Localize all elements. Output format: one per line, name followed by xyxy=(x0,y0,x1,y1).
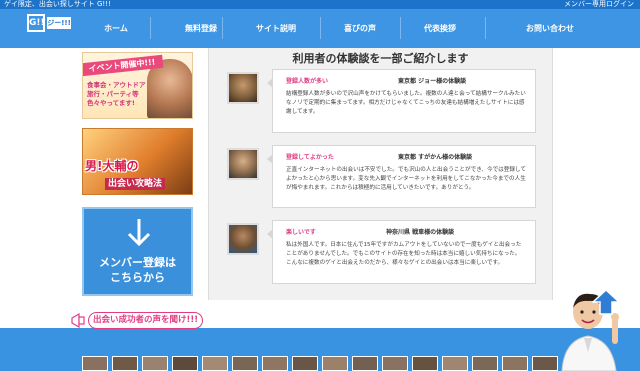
member-thumbnail[interactable] xyxy=(532,356,558,371)
logo-mark: G!! xyxy=(27,14,45,32)
top-bar: ゲイ限定、出会い探しサイト G!!! メンバー専用ログイン xyxy=(0,0,640,9)
member-login-link[interactable]: メンバー専用ログイン xyxy=(564,0,634,9)
nav-testimonials[interactable]: 喜びの声 xyxy=(320,9,400,48)
member-thumbnail[interactable] xyxy=(262,356,288,371)
member-thumbnail[interactable] xyxy=(232,356,258,371)
testimonial-author: 神奈川県 戦車様の体験談 xyxy=(386,229,455,236)
testimonial-card: 登録してよかった 東京都 すがかん様の体験談 正直インターネットの出会いは不安で… xyxy=(267,145,536,208)
member-thumbnail[interactable] xyxy=(82,356,108,371)
register-line2: こちらから xyxy=(110,271,165,284)
nav-site-description[interactable]: サイト説明 xyxy=(236,9,316,48)
testimonial-author: 東京都 ジョー様の体験談 xyxy=(398,78,467,85)
card-pointer xyxy=(267,229,273,239)
site-logo[interactable]: G!! ジー!!! xyxy=(27,14,71,32)
strategy-banner[interactable]: 男!大輔の 出会い攻略法 xyxy=(82,128,193,195)
testimonial-tag: 楽しいです xyxy=(286,229,316,236)
strategy-title: 男!大輔の xyxy=(85,159,139,173)
card-pointer xyxy=(267,78,273,88)
nav-free-register[interactable]: 無料登録 xyxy=(155,9,247,48)
strategy-subtitle: 出会い攻略法 xyxy=(105,178,166,190)
testimonial-author: 東京都 すがかん様の体験談 xyxy=(398,154,473,161)
testimonial-body: 結構登録人数が多いので沢山声をかけてもらいました。複数の人達と会って結構サークル… xyxy=(286,91,526,115)
scroll-top-icon[interactable] xyxy=(592,289,620,315)
testimonials-heading: 利用者の体験談を一部ご紹介します xyxy=(292,52,469,65)
nav-greeting[interactable]: 代表挨拶 xyxy=(400,9,480,48)
member-thumbnail[interactable] xyxy=(172,356,198,371)
testimonial-card: 楽しいです 神奈川県 戦車様の体験談 私は外国人です。日本に住んで15年ですがカ… xyxy=(267,220,536,284)
testimonial-card: 登録人数が多い 東京都 ジョー様の体験談 結構登録人数が多いので沢山声をかけても… xyxy=(267,69,536,133)
testimonial-body: 正直インターネットの出会いは不安でした。でも沢山の人と出会うことができ、今では登… xyxy=(286,167,526,191)
register-button[interactable]: メンバー登録は こちらから xyxy=(82,207,193,296)
arrow-down-icon xyxy=(127,219,151,247)
testimonial-body: 私は外国人です。日本に住んで15年ですがカムアウトをしていないので一度もゲイと出… xyxy=(286,242,522,266)
member-thumbnail[interactable] xyxy=(352,356,378,371)
nav-divider xyxy=(150,17,151,39)
member-thumbnail[interactable] xyxy=(322,356,348,371)
nav-home[interactable]: ホーム xyxy=(88,9,144,48)
testimonial-tag: 登録人数が多い xyxy=(286,78,329,85)
member-thumbnail[interactable] xyxy=(412,356,438,371)
member-thumbnail[interactable] xyxy=(292,356,318,371)
member-thumbnail[interactable] xyxy=(382,356,408,371)
logo-name: ジー!!! xyxy=(47,17,71,29)
member-thumbnail[interactable] xyxy=(142,356,168,371)
avatar xyxy=(227,148,259,180)
card-pointer xyxy=(267,154,273,164)
nav-divider xyxy=(222,17,223,39)
event-banner[interactable]: イベント開催中!!! 食事会・アウトドア 旅行・パーティ等 色々やってます! xyxy=(82,52,193,119)
callout-text: 出会い成功者の声を聞け!!! xyxy=(88,312,204,329)
avatar xyxy=(227,223,259,255)
event-text: 食事会・アウトドア 旅行・パーティ等 色々やってます! xyxy=(87,81,146,107)
testimonial-tag: 登録してよかった xyxy=(286,154,334,161)
member-thumbnail[interactable] xyxy=(442,356,468,371)
member-thumbnail[interactable] xyxy=(472,356,498,371)
member-thumbnail[interactable] xyxy=(502,356,528,371)
register-line1: メンバー登録は xyxy=(99,256,176,269)
member-thumbnail[interactable] xyxy=(112,356,138,371)
member-thumbnail[interactable] xyxy=(202,356,228,371)
megaphone-icon xyxy=(71,312,85,329)
avatar xyxy=(227,72,259,104)
site-tagline: ゲイ限定、出会い探しサイト G!!! xyxy=(4,0,111,8)
nav-contact[interactable]: お問い合わせ xyxy=(510,9,590,48)
nav-divider xyxy=(485,17,486,39)
